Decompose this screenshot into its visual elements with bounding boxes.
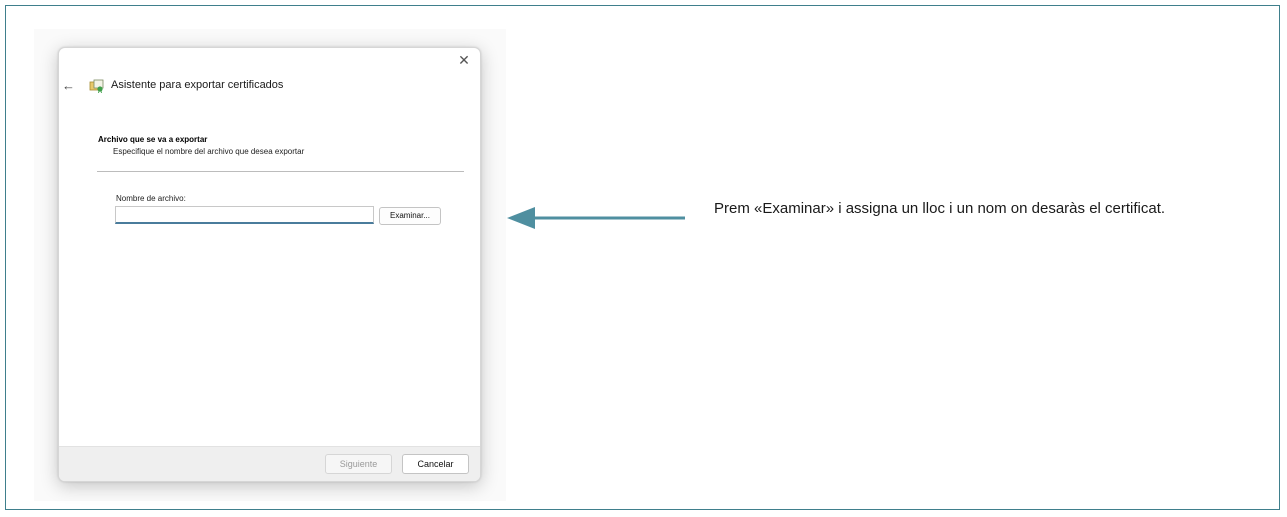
cancel-button[interactable]: Cancelar bbox=[402, 454, 469, 474]
wizard-title: Asistente para exportar certificados bbox=[111, 79, 284, 91]
next-button[interactable]: Siguiente bbox=[325, 454, 392, 474]
filename-label: Nombre de archivo: bbox=[116, 194, 186, 203]
dialog-footer: Siguiente Cancelar bbox=[59, 446, 480, 481]
instruction-note: Prem «Examinar» i assigna un lloc i un n… bbox=[714, 200, 1166, 217]
filename-input[interactable] bbox=[115, 206, 374, 224]
certificate-export-wizard-dialog: ✕ ← Asistente para exportar certificados… bbox=[58, 47, 481, 482]
divider bbox=[97, 171, 464, 172]
browse-button[interactable]: Examinar... bbox=[379, 207, 441, 225]
section-subtitle: Especifique el nombre del archivo que de… bbox=[113, 147, 305, 156]
pointer-arrow-icon bbox=[507, 207, 685, 229]
back-arrow-icon[interactable]: ← bbox=[62, 78, 78, 94]
certificate-wizard-icon bbox=[89, 79, 104, 93]
section-heading: Archivo que se va a exportar bbox=[98, 135, 208, 144]
close-icon[interactable]: ✕ bbox=[456, 52, 472, 68]
